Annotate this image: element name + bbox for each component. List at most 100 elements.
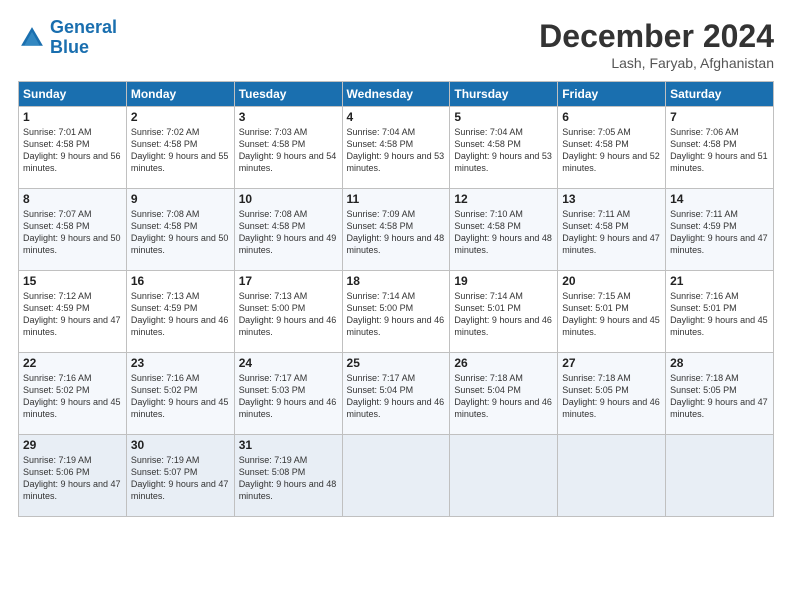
cell-daylight: Daylight: 9 hours and 49 minutes. bbox=[239, 233, 337, 255]
logo-blue: Blue bbox=[50, 37, 89, 57]
page: General Blue December 2024 Lash, Faryab,… bbox=[0, 0, 792, 612]
logo-general: General bbox=[50, 17, 117, 37]
calendar-cell: 19 Sunrise: 7:14 AM Sunset: 5:01 PM Dayl… bbox=[450, 271, 558, 353]
cell-sunset: Sunset: 5:05 PM bbox=[562, 385, 629, 395]
cell-daylight: Daylight: 9 hours and 47 minutes. bbox=[670, 397, 768, 419]
cell-sunset: Sunset: 5:02 PM bbox=[23, 385, 90, 395]
cell-daylight: Daylight: 9 hours and 46 minutes. bbox=[454, 397, 552, 419]
calendar-cell: 15 Sunrise: 7:12 AM Sunset: 4:59 PM Dayl… bbox=[19, 271, 127, 353]
weekday-header-sunday: Sunday bbox=[19, 82, 127, 107]
calendar-cell: 24 Sunrise: 7:17 AM Sunset: 5:03 PM Dayl… bbox=[234, 353, 342, 435]
calendar-cell bbox=[558, 435, 666, 517]
cell-daylight: Daylight: 9 hours and 46 minutes. bbox=[347, 397, 445, 419]
cell-sunrise: Sunrise: 7:14 AM bbox=[347, 291, 416, 301]
calendar-cell: 14 Sunrise: 7:11 AM Sunset: 4:59 PM Dayl… bbox=[666, 189, 774, 271]
calendar-cell: 11 Sunrise: 7:09 AM Sunset: 4:58 PM Dayl… bbox=[342, 189, 450, 271]
location-title: Lash, Faryab, Afghanistan bbox=[539, 55, 774, 71]
cell-sunrise: Sunrise: 7:19 AM bbox=[131, 455, 200, 465]
cell-daylight: Daylight: 9 hours and 48 minutes. bbox=[454, 233, 552, 255]
calendar-cell: 21 Sunrise: 7:16 AM Sunset: 5:01 PM Dayl… bbox=[666, 271, 774, 353]
calendar-cell: 22 Sunrise: 7:16 AM Sunset: 5:02 PM Dayl… bbox=[19, 353, 127, 435]
cell-daylight: Daylight: 9 hours and 50 minutes. bbox=[131, 233, 229, 255]
weekday-header-saturday: Saturday bbox=[666, 82, 774, 107]
cell-sunrise: Sunrise: 7:10 AM bbox=[454, 209, 523, 219]
cell-sunrise: Sunrise: 7:17 AM bbox=[239, 373, 308, 383]
day-number: 20 bbox=[562, 274, 661, 288]
cell-sunset: Sunset: 4:58 PM bbox=[670, 139, 737, 149]
weekday-header-friday: Friday bbox=[558, 82, 666, 107]
cell-daylight: Daylight: 9 hours and 45 minutes. bbox=[670, 315, 768, 337]
day-number: 31 bbox=[239, 438, 338, 452]
calendar-cell: 9 Sunrise: 7:08 AM Sunset: 4:58 PM Dayli… bbox=[126, 189, 234, 271]
cell-daylight: Daylight: 9 hours and 50 minutes. bbox=[23, 233, 121, 255]
calendar-cell: 4 Sunrise: 7:04 AM Sunset: 4:58 PM Dayli… bbox=[342, 107, 450, 189]
calendar-cell: 1 Sunrise: 7:01 AM Sunset: 4:58 PM Dayli… bbox=[19, 107, 127, 189]
calendar-cell: 23 Sunrise: 7:16 AM Sunset: 5:02 PM Dayl… bbox=[126, 353, 234, 435]
calendar-week-row: 1 Sunrise: 7:01 AM Sunset: 4:58 PM Dayli… bbox=[19, 107, 774, 189]
cell-daylight: Daylight: 9 hours and 47 minutes. bbox=[23, 479, 121, 501]
cell-sunrise: Sunrise: 7:17 AM bbox=[347, 373, 416, 383]
calendar-week-row: 22 Sunrise: 7:16 AM Sunset: 5:02 PM Dayl… bbox=[19, 353, 774, 435]
day-number: 16 bbox=[131, 274, 230, 288]
calendar-table: SundayMondayTuesdayWednesdayThursdayFrid… bbox=[18, 81, 774, 517]
cell-sunset: Sunset: 5:01 PM bbox=[562, 303, 629, 313]
cell-sunset: Sunset: 5:01 PM bbox=[670, 303, 737, 313]
day-number: 17 bbox=[239, 274, 338, 288]
weekday-header-monday: Monday bbox=[126, 82, 234, 107]
day-number: 14 bbox=[670, 192, 769, 206]
cell-daylight: Daylight: 9 hours and 46 minutes. bbox=[562, 397, 660, 419]
calendar-cell: 8 Sunrise: 7:07 AM Sunset: 4:58 PM Dayli… bbox=[19, 189, 127, 271]
weekday-header-thursday: Thursday bbox=[450, 82, 558, 107]
month-title: December 2024 bbox=[539, 18, 774, 55]
day-number: 27 bbox=[562, 356, 661, 370]
calendar-cell: 10 Sunrise: 7:08 AM Sunset: 4:58 PM Dayl… bbox=[234, 189, 342, 271]
cell-daylight: Daylight: 9 hours and 48 minutes. bbox=[347, 233, 445, 255]
calendar-cell: 3 Sunrise: 7:03 AM Sunset: 4:58 PM Dayli… bbox=[234, 107, 342, 189]
cell-sunset: Sunset: 5:00 PM bbox=[347, 303, 414, 313]
calendar-cell: 17 Sunrise: 7:13 AM Sunset: 5:00 PM Dayl… bbox=[234, 271, 342, 353]
day-number: 18 bbox=[347, 274, 446, 288]
day-number: 28 bbox=[670, 356, 769, 370]
cell-sunrise: Sunrise: 7:16 AM bbox=[131, 373, 200, 383]
cell-sunset: Sunset: 4:58 PM bbox=[347, 221, 414, 231]
cell-sunset: Sunset: 4:58 PM bbox=[239, 139, 306, 149]
cell-daylight: Daylight: 9 hours and 47 minutes. bbox=[131, 479, 229, 501]
cell-sunset: Sunset: 5:04 PM bbox=[347, 385, 414, 395]
cell-daylight: Daylight: 9 hours and 45 minutes. bbox=[23, 397, 121, 419]
calendar-cell: 13 Sunrise: 7:11 AM Sunset: 4:58 PM Dayl… bbox=[558, 189, 666, 271]
day-number: 6 bbox=[562, 110, 661, 124]
weekday-header-wednesday: Wednesday bbox=[342, 82, 450, 107]
day-number: 12 bbox=[454, 192, 553, 206]
cell-sunset: Sunset: 4:58 PM bbox=[23, 221, 90, 231]
cell-sunrise: Sunrise: 7:05 AM bbox=[562, 127, 631, 137]
cell-sunrise: Sunrise: 7:19 AM bbox=[23, 455, 92, 465]
header: General Blue December 2024 Lash, Faryab,… bbox=[18, 18, 774, 71]
cell-daylight: Daylight: 9 hours and 46 minutes. bbox=[454, 315, 552, 337]
calendar-cell: 31 Sunrise: 7:19 AM Sunset: 5:08 PM Dayl… bbox=[234, 435, 342, 517]
calendar-week-row: 29 Sunrise: 7:19 AM Sunset: 5:06 PM Dayl… bbox=[19, 435, 774, 517]
cell-sunset: Sunset: 4:58 PM bbox=[454, 221, 521, 231]
cell-daylight: Daylight: 9 hours and 46 minutes. bbox=[131, 315, 229, 337]
cell-sunset: Sunset: 4:58 PM bbox=[131, 221, 198, 231]
calendar-cell: 20 Sunrise: 7:15 AM Sunset: 5:01 PM Dayl… bbox=[558, 271, 666, 353]
cell-sunset: Sunset: 4:58 PM bbox=[23, 139, 90, 149]
day-number: 30 bbox=[131, 438, 230, 452]
day-number: 13 bbox=[562, 192, 661, 206]
cell-sunset: Sunset: 4:58 PM bbox=[562, 139, 629, 149]
cell-daylight: Daylight: 9 hours and 45 minutes. bbox=[131, 397, 229, 419]
cell-sunset: Sunset: 4:58 PM bbox=[562, 221, 629, 231]
cell-daylight: Daylight: 9 hours and 51 minutes. bbox=[670, 151, 768, 173]
calendar-cell: 7 Sunrise: 7:06 AM Sunset: 4:58 PM Dayli… bbox=[666, 107, 774, 189]
cell-sunrise: Sunrise: 7:12 AM bbox=[23, 291, 92, 301]
cell-daylight: Daylight: 9 hours and 46 minutes. bbox=[347, 315, 445, 337]
cell-daylight: Daylight: 9 hours and 47 minutes. bbox=[562, 233, 660, 255]
logo: General Blue bbox=[18, 18, 117, 58]
cell-sunset: Sunset: 5:02 PM bbox=[131, 385, 198, 395]
cell-daylight: Daylight: 9 hours and 46 minutes. bbox=[239, 397, 337, 419]
cell-sunrise: Sunrise: 7:09 AM bbox=[347, 209, 416, 219]
cell-daylight: Daylight: 9 hours and 56 minutes. bbox=[23, 151, 121, 173]
cell-sunrise: Sunrise: 7:13 AM bbox=[131, 291, 200, 301]
cell-sunrise: Sunrise: 7:16 AM bbox=[23, 373, 92, 383]
cell-sunset: Sunset: 4:58 PM bbox=[454, 139, 521, 149]
cell-sunrise: Sunrise: 7:04 AM bbox=[454, 127, 523, 137]
